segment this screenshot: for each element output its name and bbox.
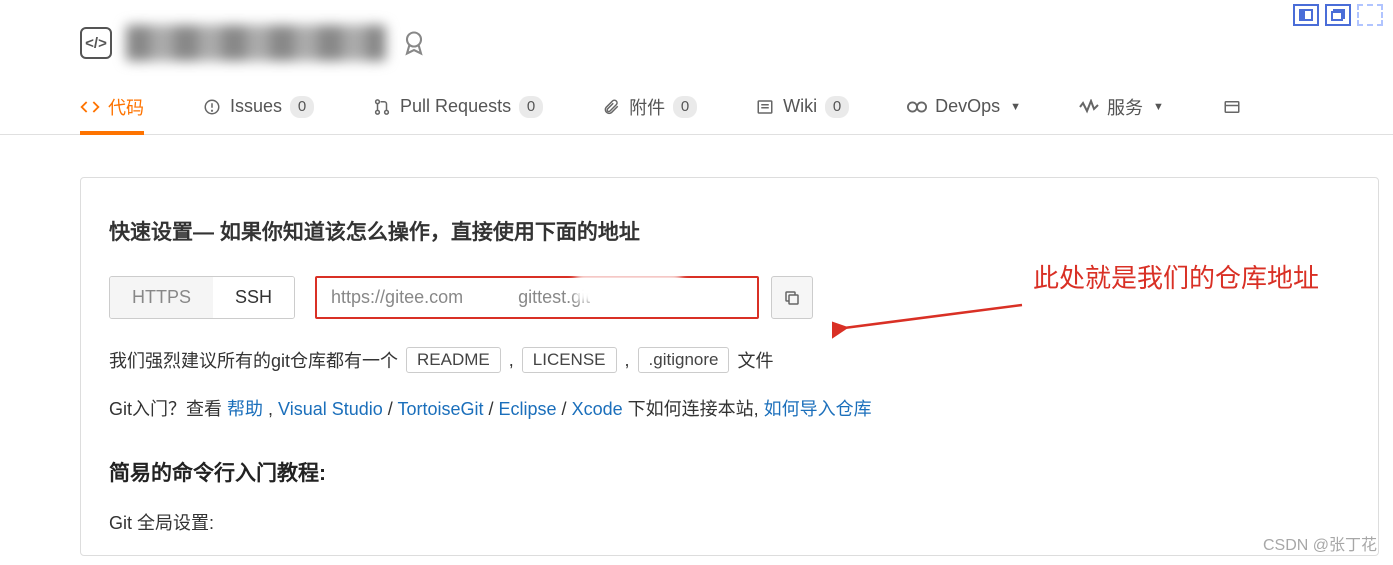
clone-url-input[interactable] (317, 278, 757, 317)
suggest-prefix: 我们强烈建议所有的git仓库都有一个 (109, 347, 398, 373)
window-controls (1293, 4, 1383, 26)
watermark: CSDN @张丁花 (1263, 531, 1377, 555)
tab-attachments[interactable]: 附件 0 (601, 79, 697, 134)
pr-count: 0 (519, 96, 543, 118)
tab-devops[interactable]: DevOps ▼ (907, 79, 1021, 134)
tab-devops-label: DevOps (935, 96, 1000, 117)
copy-icon (783, 289, 801, 307)
ssh-button[interactable]: SSH (213, 277, 294, 318)
window-control-3[interactable] (1357, 4, 1383, 26)
clone-url-highlight (315, 276, 759, 319)
repo-icon: </> (80, 27, 112, 59)
tab-code[interactable]: 代码 (80, 79, 144, 134)
readme-chip[interactable]: README (406, 347, 501, 373)
attach-count: 0 (673, 96, 697, 118)
help-mid: 下如何连接本站, (623, 399, 764, 419)
tab-attach-label: 附件 (629, 94, 665, 120)
code-icon (80, 97, 100, 117)
vs-link[interactable]: Visual Studio (278, 399, 383, 419)
license-chip[interactable]: LICENSE (522, 347, 617, 373)
repo-header: </> (0, 0, 1393, 79)
tab-wiki[interactable]: Wiki 0 (755, 79, 849, 134)
tab-issues[interactable]: Issues 0 (202, 79, 314, 134)
chevron-down-icon: ▼ (1010, 101, 1021, 113)
eclipse-link[interactable]: Eclipse (499, 399, 557, 419)
tab-issues-label: Issues (230, 96, 282, 117)
help-prefix: Git入门？查看 (109, 399, 227, 419)
suggest-files-line: 我们强烈建议所有的git仓库都有一个 README , LICENSE , .g… (109, 347, 1344, 373)
tab-wiki-label: Wiki (783, 96, 817, 117)
more-icon (1222, 97, 1242, 117)
tab-services-label: 服务 (1107, 94, 1143, 120)
wiki-count: 0 (825, 96, 849, 118)
issues-count: 0 (290, 96, 314, 118)
tab-more[interactable] (1222, 79, 1242, 134)
wiki-icon (755, 97, 775, 117)
help-sep: , (263, 399, 278, 419)
quick-setup-title: 快速设置— 如果你知道该怎么操作，直接使用下面的地址 (109, 216, 1344, 246)
award-icon (400, 29, 428, 57)
import-link[interactable]: 如何导入仓库 (764, 399, 872, 419)
chevron-down-icon: ▼ (1153, 101, 1164, 113)
issues-icon (202, 97, 222, 117)
repo-name-redacted (126, 25, 386, 61)
devops-icon (907, 97, 927, 117)
tab-services[interactable]: 服务 ▼ (1079, 79, 1164, 134)
cli-tutorial-title: 简易的命令行入门教程: (109, 457, 1344, 487)
tab-pull-requests[interactable]: Pull Requests 0 (372, 79, 543, 134)
window-control-1[interactable] (1293, 4, 1319, 26)
paperclip-icon (601, 97, 621, 117)
https-button[interactable]: HTTPS (110, 277, 213, 318)
tortoisegit-link[interactable]: TortoiseGit (397, 399, 483, 419)
quick-setup-box: 快速设置— 如果你知道该怎么操作，直接使用下面的地址 HTTPS SSH 我们强… (80, 177, 1379, 556)
tab-code-label: 代码 (108, 94, 144, 120)
services-icon (1079, 97, 1099, 117)
gitignore-chip[interactable]: .gitignore (638, 347, 730, 373)
git-help-line: Git入门？查看 帮助 , Visual Studio / TortoiseGi… (109, 395, 1344, 421)
repo-tabs: 代码 Issues 0 Pull Requests 0 附件 0 Wiki 0 … (0, 79, 1393, 135)
pull-request-icon (372, 97, 392, 117)
tab-pr-label: Pull Requests (400, 96, 511, 117)
suggest-comma: , (625, 350, 630, 371)
suggest-comma: , (509, 350, 514, 371)
annotation-text: 此处就是我们的仓库地址 (1033, 258, 1319, 295)
xcode-link[interactable]: Xcode (572, 399, 623, 419)
window-control-2[interactable] (1325, 4, 1351, 26)
protocol-toggle: HTTPS SSH (109, 276, 295, 319)
git-global-label: Git 全局设置: (109, 509, 1344, 535)
copy-button[interactable] (771, 276, 813, 319)
suggest-suffix: 文件 (737, 347, 773, 373)
help-link[interactable]: 帮助 (227, 399, 263, 419)
